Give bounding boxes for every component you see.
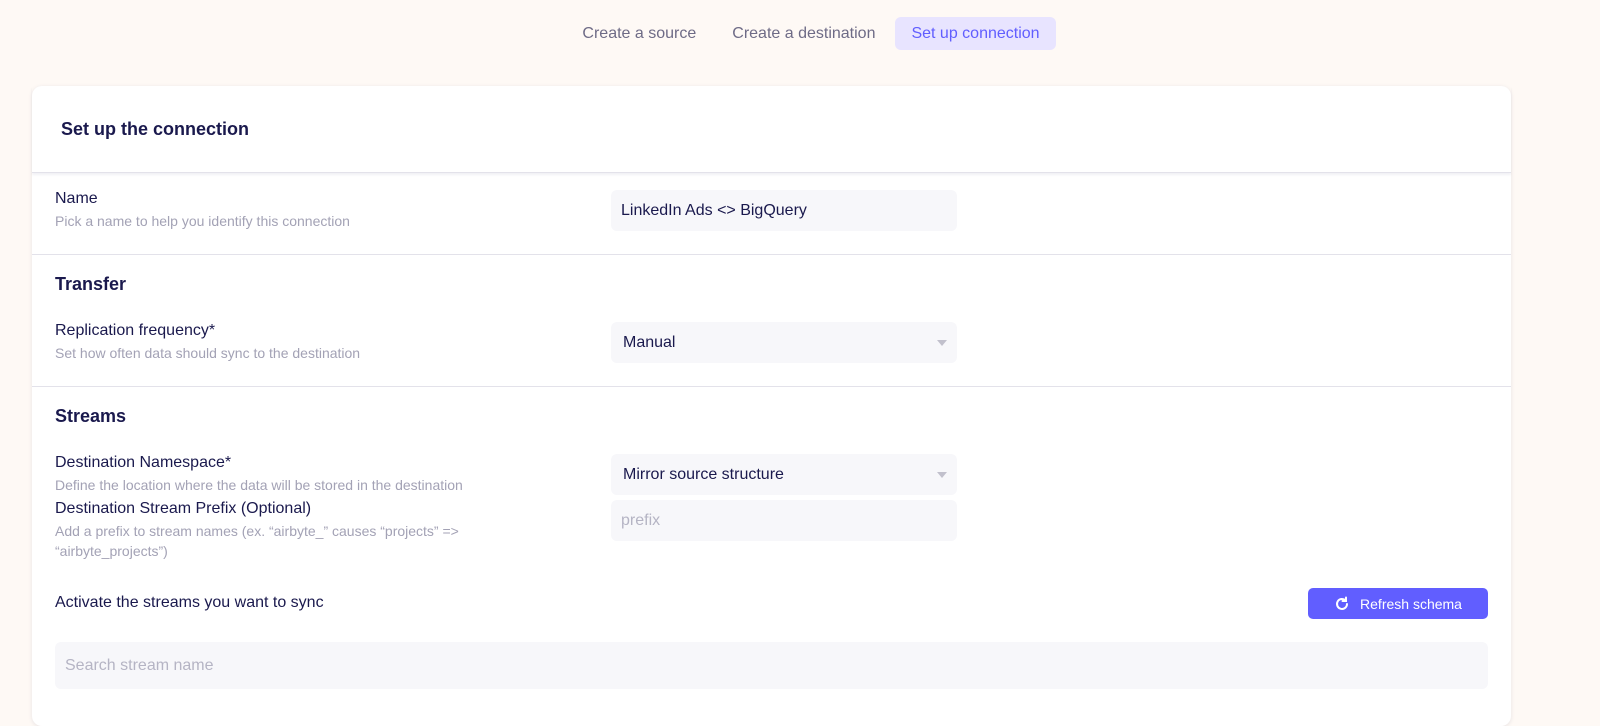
replication-hint: Set how often data should sync to the de… xyxy=(55,343,360,363)
transfer-title: Transfer xyxy=(55,274,126,295)
refresh-schema-button[interactable]: Refresh schema xyxy=(1308,588,1488,619)
refresh-schema-label: Refresh schema xyxy=(1360,596,1462,612)
name-input[interactable] xyxy=(611,190,957,231)
refresh-icon xyxy=(1334,596,1350,612)
step-navigation: Create a source Create a destination Set… xyxy=(0,17,1600,50)
namespace-label: Destination Namespace* xyxy=(55,454,463,472)
namespace-row: Destination Namespace* Define the locati… xyxy=(55,454,463,495)
divider xyxy=(32,386,1511,387)
name-label: Name xyxy=(55,190,350,208)
chevron-down-icon xyxy=(937,340,947,346)
card-header: Set up the connection xyxy=(32,86,1511,173)
prefix-label: Destination Stream Prefix (Optional) xyxy=(55,500,555,518)
destination-namespace-value: Mirror source structure xyxy=(623,466,784,484)
tab-create-source[interactable]: Create a source xyxy=(566,17,712,50)
chevron-down-icon xyxy=(937,472,947,478)
replication-row: Replication frequency* Set how often dat… xyxy=(55,322,360,363)
replication-frequency-select[interactable]: Manual xyxy=(611,322,957,363)
activate-streams-row: Activate the streams you want to sync xyxy=(55,594,324,612)
replication-frequency-value: Manual xyxy=(623,334,675,352)
search-stream-input[interactable] xyxy=(55,642,1488,689)
destination-namespace-select[interactable]: Mirror source structure xyxy=(611,454,957,495)
transfer-section-title: Transfer xyxy=(55,274,126,295)
activate-streams-label: Activate the streams you want to sync xyxy=(55,594,324,612)
streams-section-title: Streams xyxy=(55,406,126,427)
tab-create-destination[interactable]: Create a destination xyxy=(716,17,891,50)
connection-form-card: Set up the connection Name Pick a name t… xyxy=(32,86,1511,726)
card-title: Set up the connection xyxy=(61,119,249,140)
replication-label: Replication frequency* xyxy=(55,322,360,340)
name-row: Name Pick a name to help you identify th… xyxy=(55,190,350,231)
divider xyxy=(32,254,1511,255)
prefix-hint: Add a prefix to stream names (ex. “airby… xyxy=(55,521,555,561)
namespace-hint: Define the location where the data will … xyxy=(55,475,463,495)
tab-setup-connection[interactable]: Set up connection xyxy=(895,17,1055,50)
streams-title: Streams xyxy=(55,406,126,427)
prefix-row: Destination Stream Prefix (Optional) Add… xyxy=(55,500,555,561)
name-hint: Pick a name to help you identify this co… xyxy=(55,211,350,231)
stream-prefix-input[interactable] xyxy=(611,500,957,541)
